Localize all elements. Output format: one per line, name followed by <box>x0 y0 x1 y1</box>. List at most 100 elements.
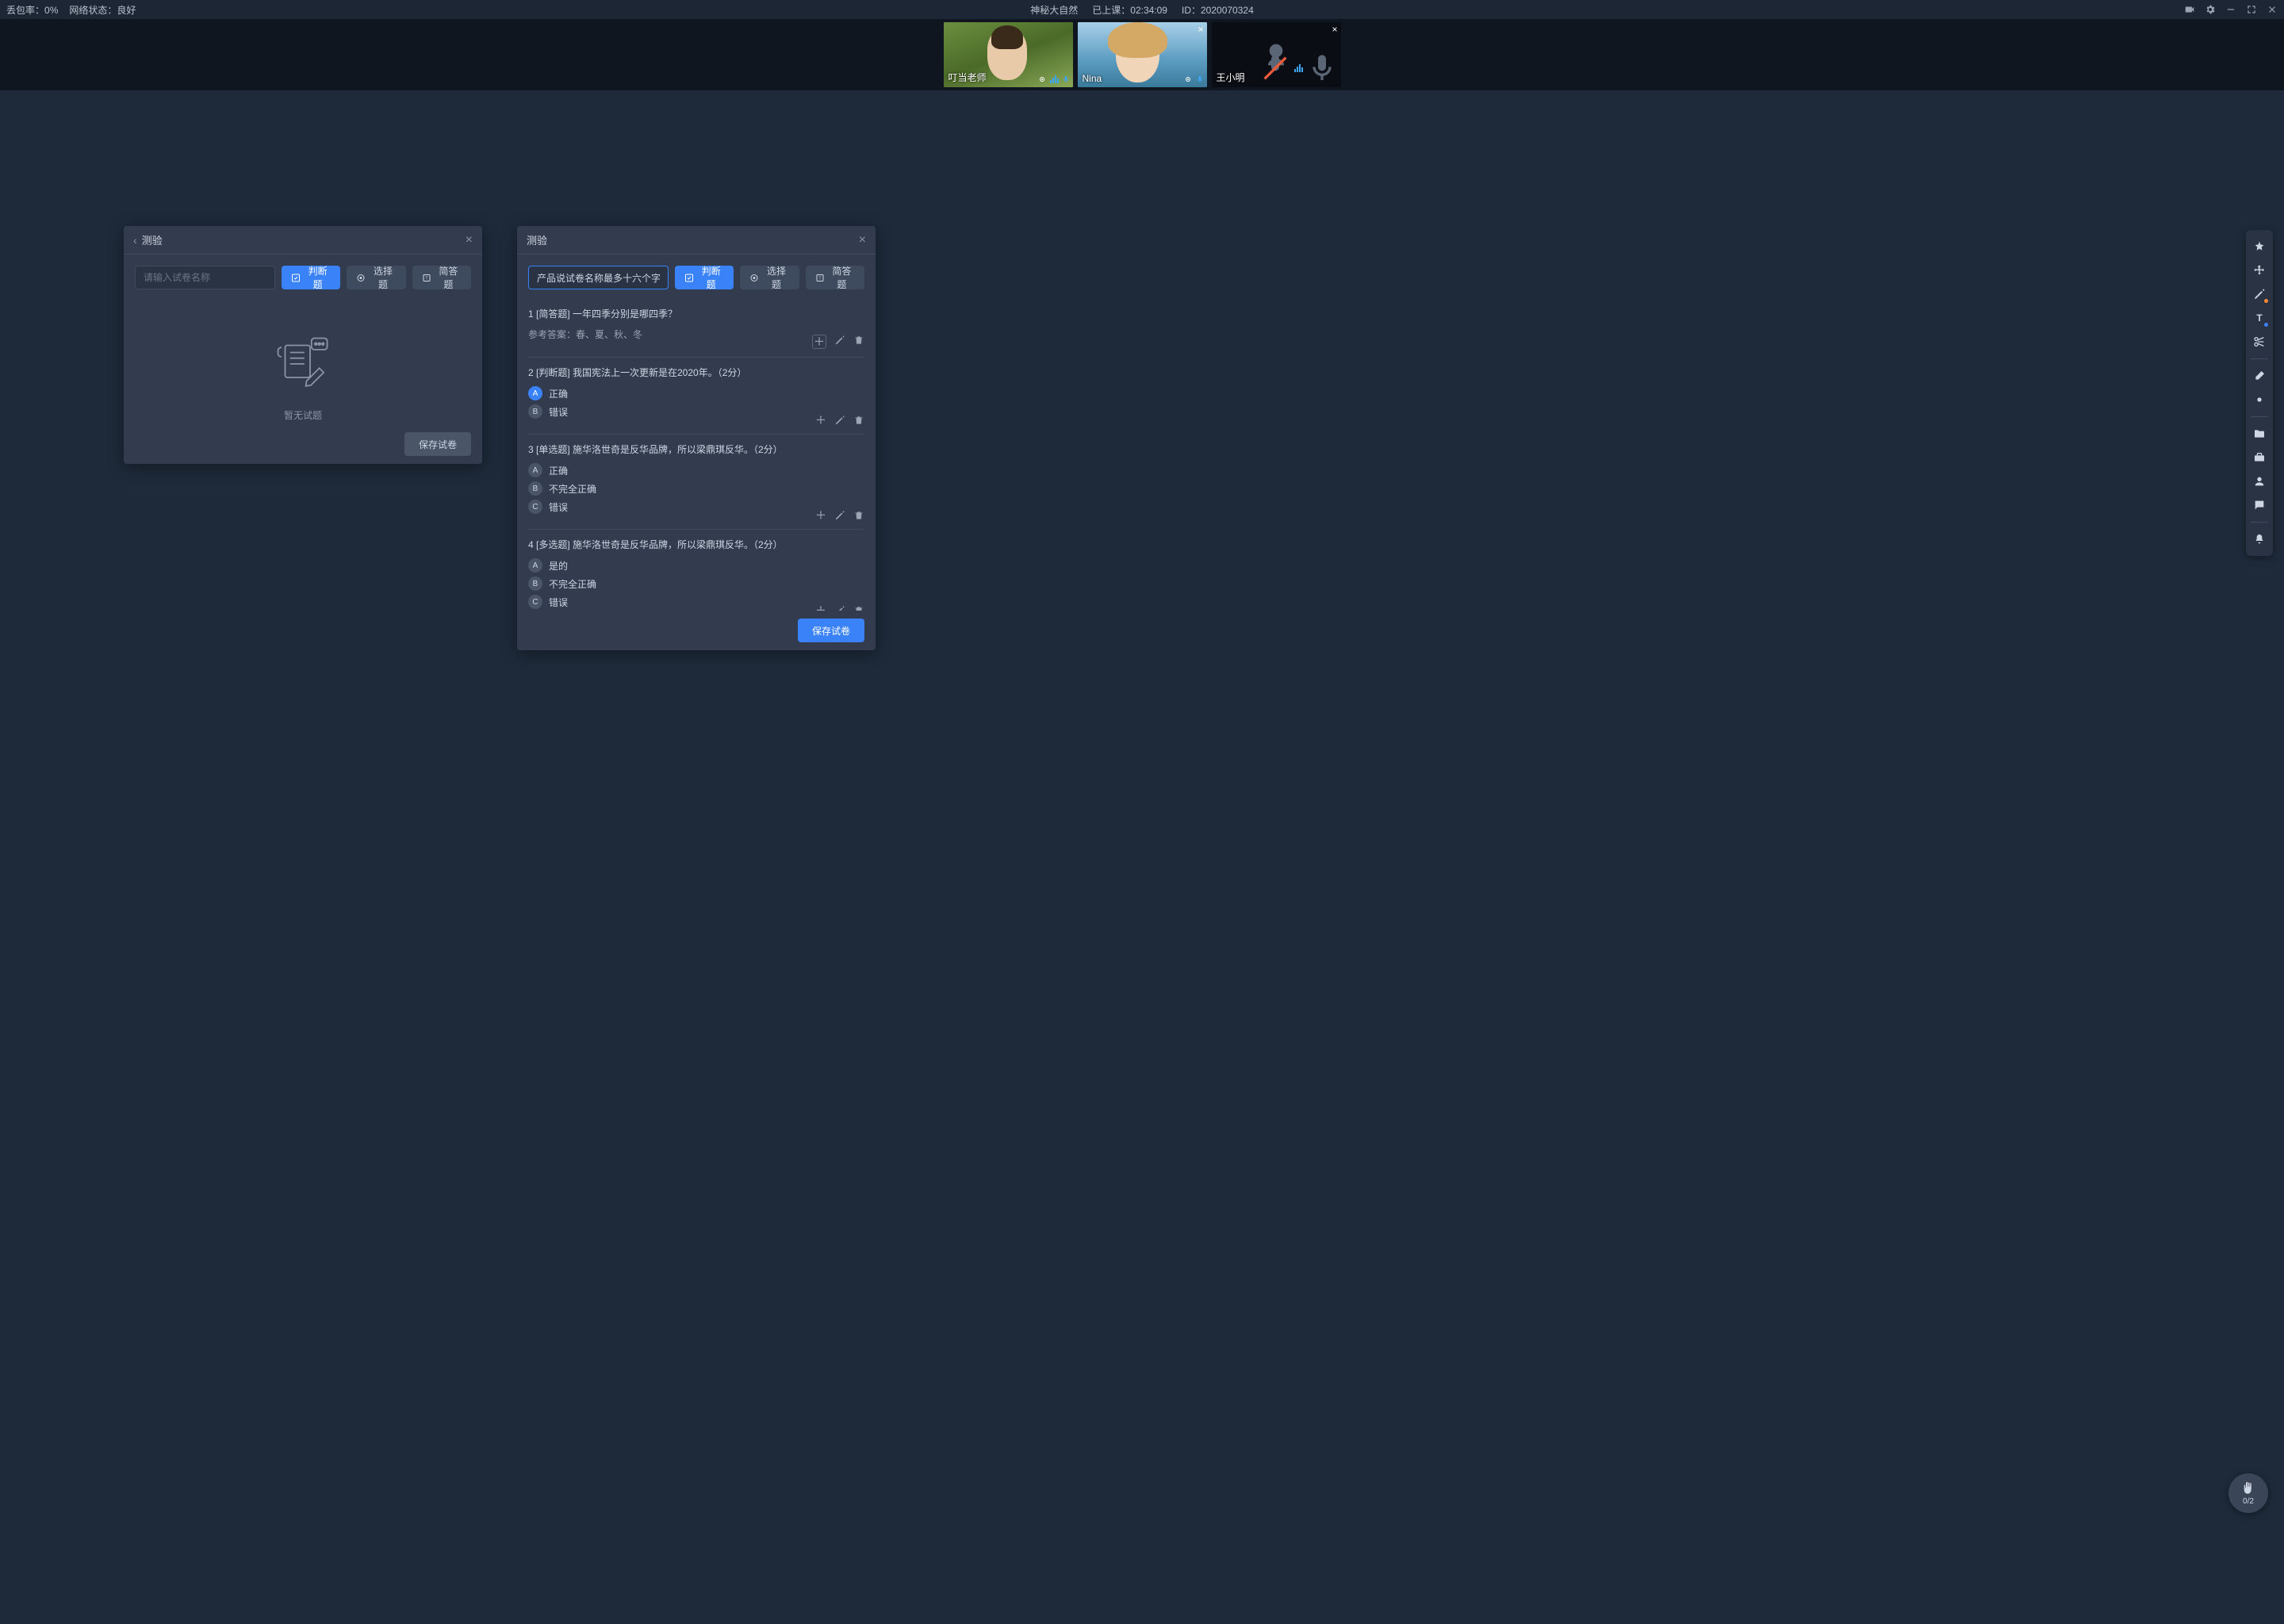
edit-icon[interactable] <box>834 415 845 426</box>
question-item: 2 [判断题] 我国宪法上一次更新是在2020年。（2分） A 正确 B错误 <box>528 358 864 435</box>
top-bar: 丢包率：0% 网络状态：良好 神秘大自然 已上课：02:34:09 ID：202… <box>0 0 2284 19</box>
network-status: 网络状态：良好 <box>69 3 136 17</box>
audio-status <box>1259 52 1338 84</box>
packet-loss: 丢包率：0% <box>6 3 58 17</box>
empty-text: 暂无试题 <box>284 408 322 422</box>
minimize-icon[interactable] <box>2225 4 2236 15</box>
delete-icon[interactable] <box>853 605 864 611</box>
add-choice-button[interactable]: 选择题 <box>740 266 799 289</box>
add-choice-button[interactable]: 选择题 <box>347 266 405 289</box>
hand-count: 0/2 <box>2243 1497 2254 1506</box>
settings-icon[interactable] <box>2205 4 2216 15</box>
participant-name: Nina <box>1083 73 1102 84</box>
move-icon[interactable] <box>815 510 826 521</box>
option-row[interactable]: C 错误 <box>528 500 864 514</box>
user-tool[interactable] <box>2249 471 2270 492</box>
option-row[interactable]: A 是的 <box>528 558 864 573</box>
question-item: 3 [单选题] 施华洛世奇是反华品牌，所以梁鼎琪反华。（2分） A 正确 B 不完全正确… <box>528 435 864 530</box>
option-label: 正确 <box>549 387 568 400</box>
save-quiz-button[interactable]: 保存试卷 <box>798 619 864 642</box>
participant-name: 叮当老师 <box>948 71 987 84</box>
edit-icon[interactable] <box>834 335 845 346</box>
option-bubble: B <box>528 481 542 496</box>
course-name: 神秘大自然 <box>1030 3 1078 17</box>
panel-title: 测验 <box>527 232 547 247</box>
cursor-tool[interactable] <box>2249 236 2270 257</box>
question-item: 4 [多选题] 施华洛世奇是反华品牌，所以梁鼎琪反华。（2分）A是的B不完全正确… <box>528 530 864 611</box>
video-tile-student[interactable]: × 王小明 <box>1212 22 1341 87</box>
tile-close-icon[interactable]: × <box>1332 24 1337 35</box>
option-row[interactable]: A 正确 <box>528 386 864 400</box>
delete-icon[interactable] <box>853 510 864 521</box>
option-row[interactable]: B 不完全正确 <box>528 481 864 496</box>
pen-tool[interactable] <box>2249 284 2270 304</box>
option-bubble: B <box>528 404 542 419</box>
option-row[interactable]: B不完全正确 <box>528 576 864 591</box>
delete-icon[interactable] <box>853 335 864 346</box>
audio-status <box>1183 75 1204 84</box>
right-toolbar: T <box>2246 230 2273 556</box>
camera-icon[interactable] <box>2184 4 2195 15</box>
video-strip: 叮当老师 × Nina × 王小明 <box>0 19 2284 90</box>
option-bubble: A <box>528 463 542 477</box>
quiz-panel-filled: 测验 × 判断题 选择题 T 简答题 1 [简答题] 一年四季分别是哪四季？参考… <box>517 226 876 650</box>
color-tool[interactable] <box>2249 389 2270 410</box>
question-title: 2 [判断题] 我国宪法上一次更新是在2020年。（2分） <box>528 366 864 380</box>
move-icon[interactable] <box>812 335 826 349</box>
back-icon[interactable]: ‹ <box>133 234 137 247</box>
move-tool[interactable] <box>2249 260 2270 281</box>
option-row[interactable]: A 正确 <box>528 463 864 477</box>
add-short-button[interactable]: T 简答题 <box>806 266 864 289</box>
option-row[interactable]: C错误 <box>528 595 864 609</box>
option-label: 是的 <box>549 559 568 573</box>
option-bubble: A <box>528 386 542 400</box>
option-label: 不完全正确 <box>549 482 596 496</box>
option-bubble: B <box>528 576 542 591</box>
save-quiz-button[interactable]: 保存试卷 <box>404 432 471 456</box>
tile-close-icon[interactable]: × <box>1198 24 1203 35</box>
edit-icon[interactable] <box>834 510 845 521</box>
class-duration: 已上课：02:34:09 <box>1092 3 1167 17</box>
add-judge-button[interactable]: 判断题 <box>675 266 734 289</box>
quiz-panel-empty: ‹ 测验 × 判断题 选择题 T 简答题 <box>124 226 482 464</box>
panel-header: ‹ 测验 × <box>124 226 482 255</box>
scissors-tool[interactable] <box>2249 331 2270 352</box>
video-tile-student[interactable]: × Nina <box>1078 22 1207 87</box>
question-tools <box>815 510 864 521</box>
chat-tool[interactable] <box>2249 495 2270 515</box>
panel-close-icon[interactable]: × <box>466 233 473 247</box>
option-bubble: C <box>528 500 542 514</box>
edit-icon[interactable] <box>834 605 845 611</box>
option-row[interactable]: B错误 <box>528 404 864 419</box>
toolbox-tool[interactable] <box>2249 447 2270 468</box>
empty-state: 暂无试题 <box>135 299 471 424</box>
audio-status <box>1037 75 1070 84</box>
folder-tool[interactable] <box>2249 423 2270 444</box>
bell-tool[interactable] <box>2249 529 2270 550</box>
text-tool[interactable]: T <box>2249 308 2270 328</box>
close-icon[interactable] <box>2267 4 2278 15</box>
video-tile-teacher[interactable]: 叮当老师 <box>944 22 1073 87</box>
option-bubble: A <box>528 558 542 573</box>
question-item: 1 [简答题] 一年四季分别是哪四季？参考答案：春、夏、秋、冬 <box>528 299 864 358</box>
eraser-tool[interactable] <box>2249 366 2270 386</box>
svg-text:T: T <box>818 276 821 281</box>
option-label: 错误 <box>549 500 568 514</box>
participant-name: 王小明 <box>1217 71 1245 84</box>
delete-icon[interactable] <box>853 415 864 426</box>
move-icon[interactable] <box>815 605 826 611</box>
option-label: 正确 <box>549 464 568 477</box>
quiz-name-input[interactable] <box>528 266 669 289</box>
question-tools <box>815 605 864 611</box>
question-title: 3 [单选题] 施华洛世奇是反华品牌，所以梁鼎琪反华。（2分） <box>528 442 864 457</box>
maximize-icon[interactable] <box>2246 4 2257 15</box>
question-tools <box>815 415 864 426</box>
svg-text:T: T <box>2256 312 2263 324</box>
add-judge-button[interactable]: 判断题 <box>282 266 340 289</box>
add-short-button[interactable]: T 简答题 <box>412 266 471 289</box>
panel-close-icon[interactable]: × <box>859 233 866 247</box>
move-icon[interactable] <box>815 415 826 426</box>
quiz-name-input[interactable] <box>135 266 275 289</box>
option-bubble: C <box>528 595 542 609</box>
raise-hand-badge[interactable]: 0/2 <box>2228 1473 2268 1513</box>
